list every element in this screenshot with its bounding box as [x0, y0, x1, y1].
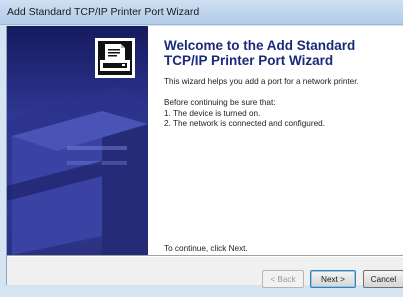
wizard-banner	[7, 26, 148, 255]
window-title: Add Standard TCP/IP Printer Port Wizard	[7, 6, 200, 18]
prereq-item: 1. The device is turned on.	[164, 108, 261, 118]
footer-separator	[7, 255, 403, 257]
back-button[interactable]: < Back	[262, 270, 304, 288]
title-bar: Add Standard TCP/IP Printer Port Wizard	[0, 0, 403, 25]
page-title: Welcome to the Add Standard TCP/IP Print…	[164, 38, 356, 68]
continue-hint: To continue, click Next.	[164, 244, 248, 253]
prerequisites: Before continuing be sure that: 1. The d…	[164, 98, 400, 130]
wizard-page: Welcome to the Add Standard TCP/IP Print…	[7, 26, 403, 255]
printer-document-icon	[95, 38, 135, 78]
cancel-button[interactable]: Cancel	[363, 270, 403, 288]
prereq-title: Before continuing be sure that:	[164, 98, 276, 107]
next-button[interactable]: Next >	[310, 270, 356, 288]
wizard-client-area: Welcome to the Add Standard TCP/IP Print…	[6, 26, 403, 288]
prereq-item: 2. The network is connected and configur…	[164, 119, 325, 128]
intro-text: This wizard helps you add a port for a n…	[164, 77, 359, 86]
